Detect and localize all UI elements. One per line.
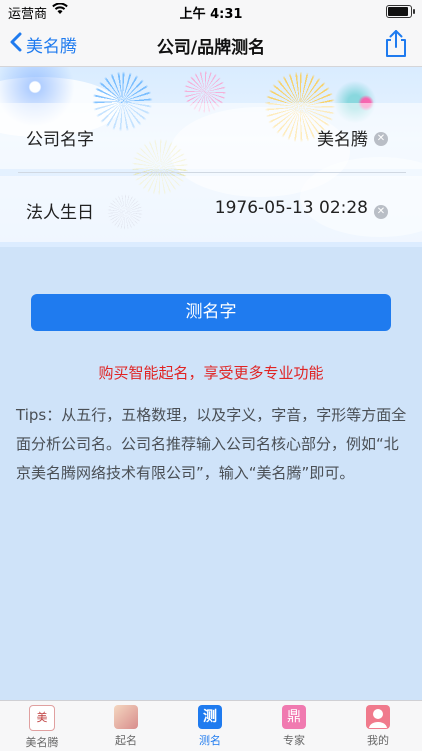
tab-bar: 美 美名腾 起名 测 测名 鼎 专家 我的 (0, 700, 422, 751)
company-name-input[interactable]: 美名腾 (317, 125, 368, 150)
birthday-input[interactable]: 1976-05-13 02:28 (215, 198, 368, 218)
status-bar: 运营商 上午 4:31 (0, 0, 422, 22)
navigation-bar: 美名腾 公司/品牌测名 (0, 22, 422, 67)
expert-icon: 鼎 (282, 705, 306, 729)
naming-icon (114, 705, 138, 729)
test-name-icon: 测 (198, 705, 222, 729)
battery-icon (386, 5, 415, 18)
page-title: 公司/品牌测名 (156, 38, 266, 58)
share-icon (382, 30, 410, 62)
tab-label: 专家 (283, 734, 305, 747)
share-button[interactable] (382, 28, 410, 58)
test-name-button[interactable]: 测名字 (31, 294, 391, 331)
tips-text: Tips：从五行，五格数理，以及字义，字音，字形等方面全面分析公司名。公司名推荐… (16, 406, 407, 482)
tab-profile[interactable]: 我的 (336, 705, 420, 749)
tab-naming[interactable]: 起名 (84, 705, 168, 749)
tab-test-name[interactable]: 测 测名 (168, 705, 252, 749)
tab-label: 美名腾 (25, 736, 59, 749)
tab-label: 测名 (199, 734, 221, 747)
birthday-row[interactable]: 法人生日 1976-05-13 02:28 ✕ (0, 176, 422, 242)
company-name-row[interactable]: 公司名字 美名腾 ✕ (0, 103, 422, 169)
company-name-label: 公司名字 (26, 130, 94, 150)
tab-label: 起名 (115, 734, 137, 747)
meimingteng-logo-icon: 美 (29, 705, 55, 731)
divider (18, 172, 406, 173)
clear-company-icon[interactable]: ✕ (374, 132, 388, 146)
tab-expert[interactable]: 鼎 专家 (252, 705, 336, 749)
clear-birthday-icon[interactable]: ✕ (374, 205, 388, 219)
tab-label: 我的 (367, 734, 389, 747)
promo-link[interactable]: 购买智能起名，享受更多专业功能 (0, 362, 422, 383)
status-time: 上午 4:31 (179, 7, 243, 22)
birthday-label: 法人生日 (26, 203, 94, 223)
profile-icon (366, 705, 390, 729)
tab-meimingteng[interactable]: 美 美名腾 (0, 705, 84, 749)
